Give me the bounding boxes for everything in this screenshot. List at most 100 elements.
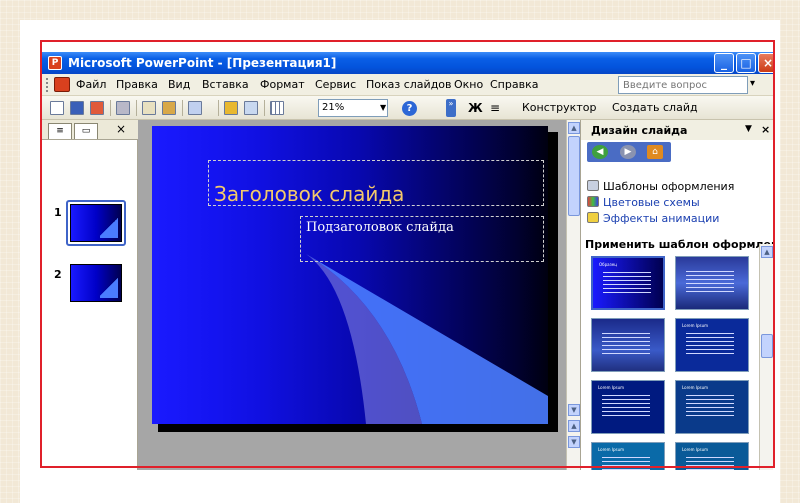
new-slide-button[interactable]: Создать слайд: [612, 101, 698, 114]
slides-pane: ≡ ▭ × 1 2: [42, 120, 138, 470]
task-pane-title[interactable]: Дизайн слайда: [591, 124, 687, 137]
scrollbar-thumb[interactable]: [761, 334, 773, 358]
slide-number: 1: [54, 206, 62, 219]
table-icon[interactable]: [244, 101, 258, 115]
task-pane-scrollbar[interactable]: ▲: [759, 244, 773, 470]
save-icon[interactable]: [70, 101, 84, 115]
template-thumbnail[interactable]: [675, 256, 749, 310]
permission-icon[interactable]: [90, 101, 104, 115]
template-thumbnail[interactable]: Lorem Ipsum: [675, 442, 749, 470]
minimize-button[interactable]: _: [714, 53, 734, 73]
template-label: Lorem Ipsum: [598, 385, 625, 390]
powerpoint-icon[interactable]: P: [48, 56, 62, 70]
align-icon[interactable]: ≡: [490, 101, 500, 115]
designer-button[interactable]: Конструктор: [522, 101, 596, 114]
slide-editor: Заголовок слайда Подзаголовок слайда: [138, 120, 566, 470]
template-lines: [686, 457, 734, 470]
back-icon[interactable]: ◀: [592, 145, 608, 159]
template-label: Образец: [599, 262, 617, 267]
tab-slides[interactable]: ▭: [74, 123, 98, 139]
close-icon: ×: [762, 56, 773, 70]
powerpoint-window: P Microsoft PowerPoint - [Презентация1] …: [42, 52, 773, 470]
next-slide-icon[interactable]: ▼: [568, 436, 580, 448]
slide-number: 2: [54, 268, 62, 281]
template-lines: [686, 271, 734, 295]
menu-help[interactable]: Справка: [490, 78, 538, 91]
menu-format[interactable]: Формат: [260, 78, 305, 91]
title-bar[interactable]: P Microsoft PowerPoint - [Презентация1] …: [42, 52, 773, 74]
forward-icon[interactable]: ▶: [620, 145, 636, 159]
slide-thumbnail-1[interactable]: [70, 204, 122, 242]
undo-icon[interactable]: [188, 101, 202, 115]
link-label: Цветовые схемы: [603, 196, 700, 209]
slide-scrollbar[interactable]: ▲ ▼ ▲ ▼: [566, 120, 580, 470]
task-pane-header: Дизайн слайда ▼ ×: [581, 120, 773, 140]
menu-bar: Файл Правка Вид Вставка Формат Сервис По…: [42, 74, 773, 96]
slide-title[interactable]: Заголовок слайда: [214, 182, 404, 206]
template-thumbnail[interactable]: Lorem Ipsum: [591, 442, 665, 470]
help-icon[interactable]: ?: [402, 101, 417, 116]
close-button[interactable]: ×: [758, 53, 773, 73]
template-thumbnail[interactable]: [591, 318, 665, 372]
template-lines: [686, 395, 734, 419]
template-thumbnail[interactable]: Lorem Ipsum: [675, 380, 749, 434]
pane-tabs: ≡ ▭ ×: [42, 120, 138, 140]
menu-grip-handle[interactable]: [46, 78, 49, 92]
help-dropdown-arrow[interactable]: ▾: [750, 78, 755, 89]
menu-window[interactable]: Окно: [454, 78, 483, 91]
help-search-input[interactable]: [618, 76, 748, 94]
animation-icon: [587, 212, 599, 223]
slide-subtitle[interactable]: Подзаголовок слайда: [306, 220, 454, 235]
menu-edit[interactable]: Правка: [116, 78, 158, 91]
template-thumbnail[interactable]: Lorem Ipsum: [675, 318, 749, 372]
home-icon[interactable]: ⌂: [647, 145, 663, 159]
link-color-schemes[interactable]: Цветовые схемы: [587, 196, 700, 209]
template-lines: [603, 272, 651, 296]
menu-tools[interactable]: Сервис: [315, 78, 356, 91]
print-icon[interactable]: [116, 101, 130, 115]
maximize-button[interactable]: □: [736, 53, 756, 73]
bold-icon[interactable]: Ж: [468, 101, 483, 115]
scroll-down-icon[interactable]: ▼: [568, 404, 580, 416]
menu-slideshow[interactable]: Показ слайдов: [366, 78, 452, 91]
current-slide[interactable]: Заголовок слайда Подзаголовок слайда: [152, 126, 548, 424]
tab-outline[interactable]: ≡: [48, 123, 72, 139]
template-thumbnail[interactable]: Образец: [591, 256, 665, 310]
previous-slide-icon[interactable]: ▲: [568, 420, 580, 432]
template-label: Lorem Ipsum: [682, 385, 709, 390]
new-icon[interactable]: [50, 101, 64, 115]
paste-icon[interactable]: [162, 101, 176, 115]
grid-icon[interactable]: [270, 101, 284, 115]
scroll-up-icon[interactable]: ▲: [568, 122, 580, 134]
close-icon[interactable]: ×: [761, 123, 770, 136]
menu-file[interactable]: Файл: [76, 78, 106, 91]
toolbar-separator: [264, 100, 265, 116]
link-label: Эффекты анимации: [603, 212, 720, 225]
toolbar-separator: [110, 100, 111, 116]
template-lines: [602, 457, 650, 470]
color-schemes-icon: [587, 196, 599, 207]
maximize-icon: □: [740, 56, 752, 70]
menu-insert[interactable]: Вставка: [202, 78, 249, 91]
template-thumbnail[interactable]: Lorem Ipsum: [591, 380, 665, 434]
template-label: Lorem Ipsum: [682, 323, 709, 328]
chevron-down-icon[interactable]: ▼: [745, 124, 752, 134]
chevron-down-icon[interactable]: ▼: [380, 103, 386, 112]
apply-template-heading: Применить шаблон оформления:: [585, 238, 773, 251]
minimize-icon: _: [721, 56, 727, 70]
standard-toolbar: 21% ▼ ? » Ж ≡ Конструктор Создать слайд: [42, 96, 773, 120]
chart-icon[interactable]: [224, 101, 238, 115]
toolbar-separator: [182, 100, 183, 116]
menu-view[interactable]: Вид: [168, 78, 190, 91]
copy-icon[interactable]: [142, 101, 156, 115]
zoom-select[interactable]: 21%: [318, 99, 388, 117]
toolbar-separator: [136, 100, 137, 116]
document-icon[interactable]: [54, 77, 70, 92]
scroll-up-icon[interactable]: ▲: [761, 246, 773, 258]
link-animation-effects[interactable]: Эффекты анимации: [587, 212, 719, 225]
slide-thumbnail-2[interactable]: [70, 264, 122, 302]
link-design-templates[interactable]: Шаблоны оформления: [587, 180, 734, 193]
pane-close-icon[interactable]: ×: [116, 122, 126, 136]
toolbar-options-icon[interactable]: »: [446, 99, 456, 117]
scrollbar-thumb[interactable]: [568, 136, 580, 216]
